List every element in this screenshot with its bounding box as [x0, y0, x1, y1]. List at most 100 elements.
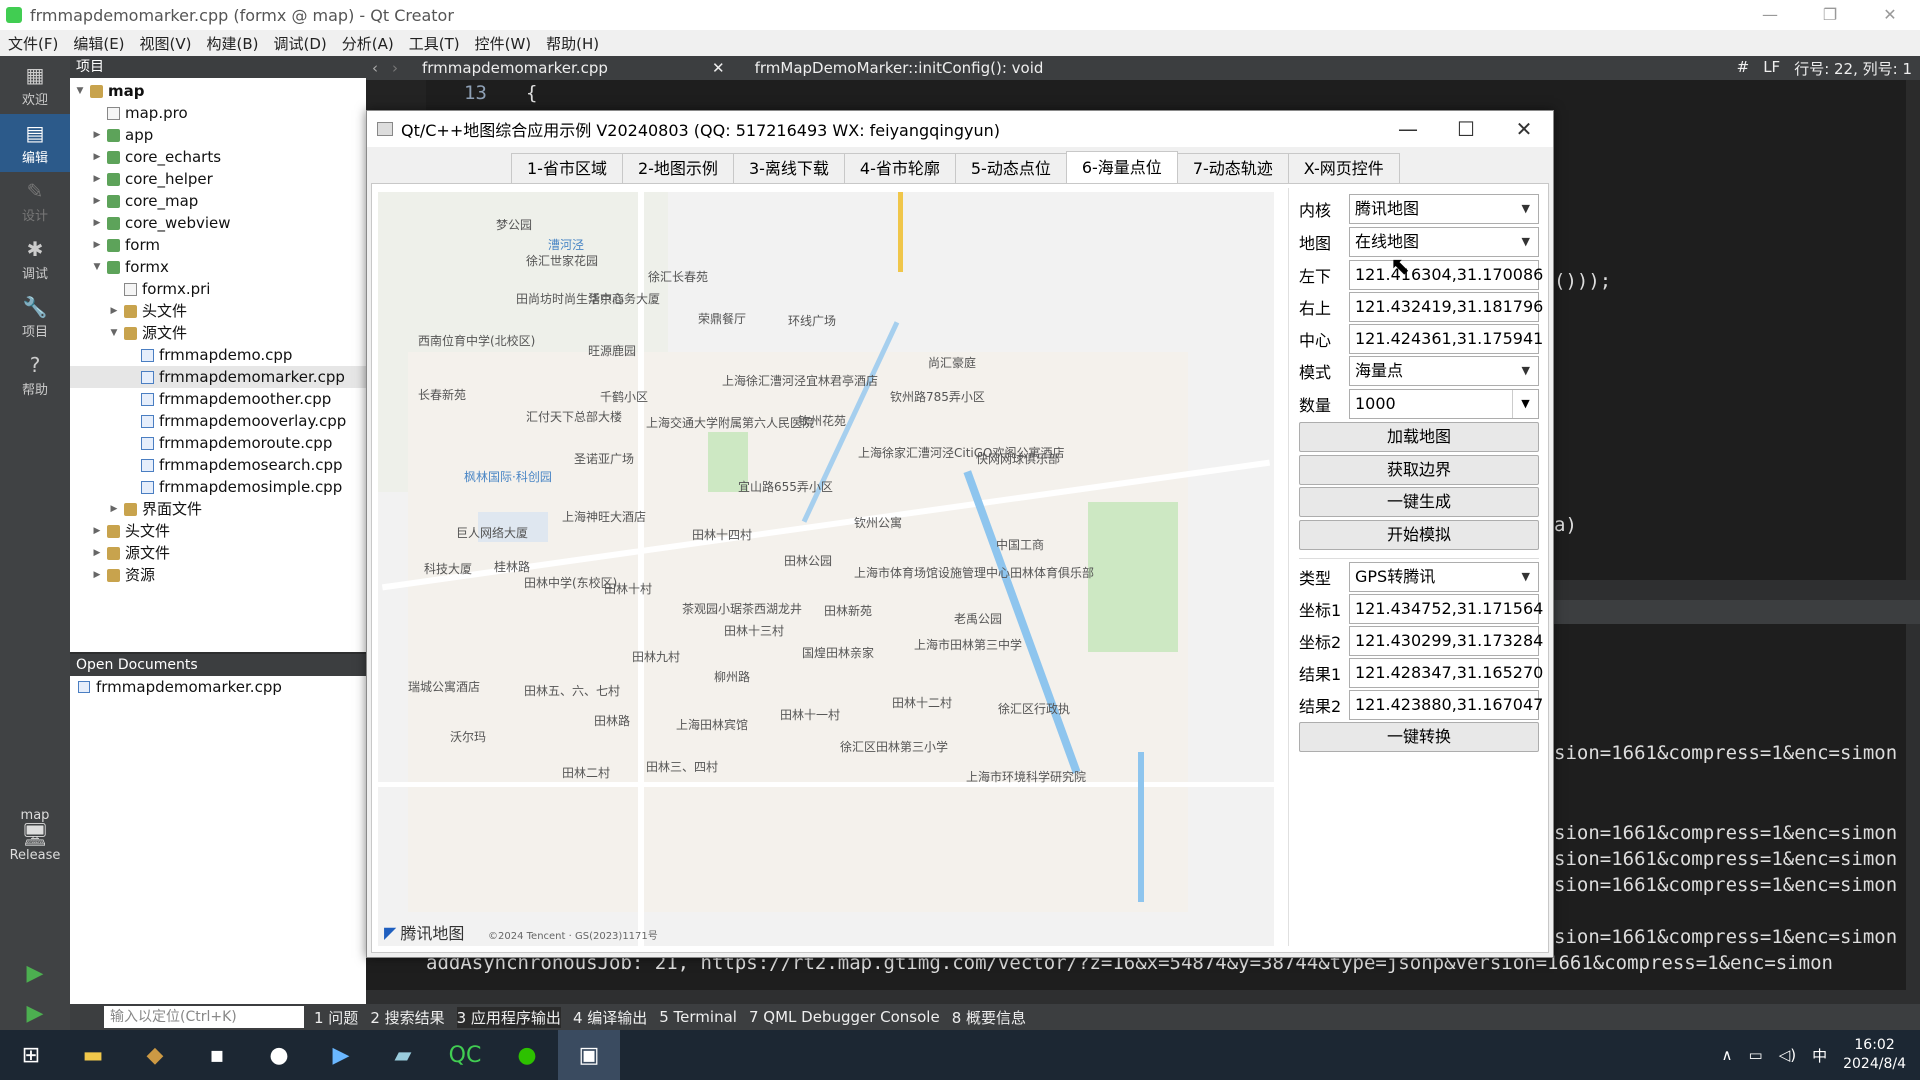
- convert-type-combo[interactable]: GPS转腾讯 ▼: [1349, 562, 1539, 592]
- app-icon[interactable]: ◆: [124, 1030, 186, 1080]
- menu-tools[interactable]: 工具(T): [409, 33, 460, 54]
- menu-widgets[interactable]: 控件(W): [475, 33, 532, 54]
- tree-item[interactable]: frmmapdemoroute.cpp: [70, 432, 366, 454]
- demo-taskbar-icon[interactable]: ▣: [558, 1030, 620, 1080]
- minimize-icon[interactable]: —: [1740, 0, 1800, 30]
- tray-chevron-icon[interactable]: ∧: [1722, 1046, 1733, 1064]
- menu-build[interactable]: 构建(B): [207, 33, 259, 54]
- get-bounds-button[interactable]: 获取边界: [1299, 455, 1539, 485]
- tree-item[interactable]: ▶ 资源: [70, 564, 366, 586]
- tree-item[interactable]: ▶ 界面文件: [70, 498, 366, 520]
- qtcreator-taskbar-icon[interactable]: QC: [434, 1030, 496, 1080]
- expand-right-icon[interactable]: ▶: [108, 300, 120, 322]
- mode-debug[interactable]: ✱ 调试: [0, 230, 70, 288]
- load-map-button[interactable]: 加载地图: [1299, 422, 1539, 452]
- tree-item[interactable]: ▶ core_webview: [70, 212, 366, 234]
- top-right-field[interactable]: 121.432419,31.181796: [1349, 292, 1543, 322]
- tree-item[interactable]: ▶ app: [70, 124, 366, 146]
- nav-forward-icon[interactable]: ›: [392, 59, 398, 77]
- center-field[interactable]: 121.424361,31.175941: [1349, 324, 1543, 354]
- expand-right-icon[interactable]: ▶: [91, 212, 103, 234]
- menu-file[interactable]: 文件(F): [8, 33, 58, 54]
- run-icon[interactable]: ▶: [27, 954, 44, 994]
- tree-item[interactable]: map.pro: [70, 102, 366, 124]
- result2-field[interactable]: 121.423880,31.167047: [1349, 690, 1543, 720]
- tab-web-control[interactable]: X-网页控件: [1287, 153, 1400, 183]
- chevron-down-icon[interactable]: ▼: [1512, 390, 1538, 418]
- tree-item[interactable]: ▶ 源文件: [70, 542, 366, 564]
- tree-item[interactable]: ▼ map: [70, 80, 366, 102]
- minimize-icon[interactable]: —: [1379, 111, 1437, 147]
- expand-right-icon[interactable]: ▶: [91, 190, 103, 212]
- mode-help[interactable]: ? 帮助: [0, 346, 70, 404]
- result1-field[interactable]: 121.428347,31.165270: [1349, 658, 1543, 688]
- expand-right-icon[interactable]: ▶: [91, 168, 103, 190]
- tree-item[interactable]: ▼ 源文件: [70, 322, 366, 344]
- close-editor-icon[interactable]: ✕: [712, 59, 725, 77]
- tree-item[interactable]: ▶ core_map: [70, 190, 366, 212]
- map-view[interactable]: 梦公园 漕河泾 徐汇世家花园 徐汇长春苑 田尚坊时尚生活中心 华京商务大厦 荣鼎餐厅 环线广场…: [378, 192, 1274, 946]
- editor-file-combo[interactable]: frmmapdemomarker.cpp: [422, 59, 712, 77]
- close-icon[interactable]: ✕: [1860, 0, 1920, 30]
- nav-back-icon[interactable]: ‹: [372, 59, 378, 77]
- pane-search-results[interactable]: 2 搜索结果: [370, 1007, 444, 1028]
- qq-icon[interactable]: ●: [248, 1030, 310, 1080]
- pane-terminal[interactable]: 5 Terminal: [659, 1008, 737, 1026]
- editor-scrollbar[interactable]: [1906, 80, 1920, 580]
- menu-help[interactable]: 帮助(H): [546, 33, 599, 54]
- expand-right-icon[interactable]: ▶: [91, 520, 103, 542]
- close-icon[interactable]: ✕: [1495, 111, 1553, 147]
- clock[interactable]: 16:02 2024/8/4: [1843, 1036, 1906, 1074]
- tree-item[interactable]: ▶ core_helper: [70, 168, 366, 190]
- coord1-field[interactable]: 121.434752,31.171564: [1349, 594, 1543, 624]
- volume-icon[interactable]: ◁): [1779, 1046, 1796, 1064]
- mode-edit[interactable]: ▤ 编辑: [0, 114, 70, 172]
- debug-run-icon[interactable]: ▶: [27, 994, 44, 1034]
- cursor-position[interactable]: 行号: 22, 列号: 1: [1794, 58, 1912, 79]
- tab-massive-points[interactable]: 6-海量点位: [1065, 151, 1178, 183]
- mode-welcome[interactable]: ▦ 欢迎: [0, 56, 70, 114]
- tree-item[interactable]: formx.pri: [70, 278, 366, 300]
- expand-down-icon[interactable]: ▼: [108, 322, 120, 344]
- generate-button[interactable]: 一键生成: [1299, 487, 1539, 517]
- tree-item[interactable]: frmmapdemooverlay.cpp: [70, 410, 366, 432]
- restore-icon[interactable]: ❐: [1800, 0, 1860, 30]
- core-combo[interactable]: 腾讯地图 ▼: [1349, 194, 1539, 224]
- tree-item[interactable]: ▼ formx: [70, 256, 366, 278]
- pane-qml-debugger[interactable]: 7 QML Debugger Console: [749, 1008, 940, 1026]
- menu-view[interactable]: 视图(V): [140, 33, 192, 54]
- terminal-icon[interactable]: ▪: [186, 1030, 248, 1080]
- line-ending[interactable]: LF: [1763, 58, 1780, 79]
- expand-down-icon[interactable]: ▼: [91, 256, 103, 278]
- locator-input[interactable]: 输入以定位(Ctrl+K): [104, 1006, 304, 1028]
- tree-item[interactable]: ▶ 头文件: [70, 520, 366, 542]
- expand-right-icon[interactable]: ▶: [91, 542, 103, 564]
- tree-item[interactable]: ▶ form: [70, 234, 366, 256]
- start-simulate-button[interactable]: 开始模拟: [1299, 520, 1539, 550]
- kit-selector[interactable]: map 🖥 Release: [0, 808, 70, 863]
- media-player-icon[interactable]: ▶: [310, 1030, 372, 1080]
- mode-combo[interactable]: 海量点 ▼: [1349, 356, 1539, 386]
- coord2-field[interactable]: 121.430299,31.173284: [1349, 626, 1543, 656]
- network-icon[interactable]: ▭: [1749, 1046, 1763, 1064]
- tab-dynamic-points[interactable]: 5-动态点位: [954, 153, 1067, 183]
- expand-down-icon[interactable]: ▼: [74, 80, 86, 102]
- menu-edit[interactable]: 编辑(E): [73, 33, 124, 54]
- file-explorer-icon[interactable]: ▬: [62, 1030, 124, 1080]
- pane-issues[interactable]: 1 问题: [314, 1007, 358, 1028]
- pane-compile-output[interactable]: 4 编译输出: [573, 1007, 647, 1028]
- map-type-combo[interactable]: 在线地图 ▼: [1349, 227, 1539, 257]
- pane-app-output[interactable]: 3 应用程序输出: [456, 1006, 561, 1028]
- open-document-item[interactable]: frmmapdemomarker.cpp: [70, 676, 366, 698]
- expand-right-icon[interactable]: ▶: [91, 146, 103, 168]
- count-combo[interactable]: 1000 ▼: [1349, 389, 1539, 419]
- tab-map-example[interactable]: 2-地图示例: [621, 153, 734, 183]
- convert-button[interactable]: 一键转换: [1299, 722, 1539, 752]
- expand-right-icon[interactable]: ▶: [91, 234, 103, 256]
- tab-province-outline[interactable]: 4-省市轮廓: [843, 153, 956, 183]
- tree-item[interactable]: frmmapdemosimple.cpp: [70, 476, 366, 498]
- tab-dynamic-track[interactable]: 7-动态轨迹: [1176, 153, 1289, 183]
- tab-province-region[interactable]: 1-省市区域: [511, 153, 623, 183]
- notes-icon[interactable]: ▰: [372, 1030, 434, 1080]
- tree-item[interactable]: frmmapdemo.cpp: [70, 344, 366, 366]
